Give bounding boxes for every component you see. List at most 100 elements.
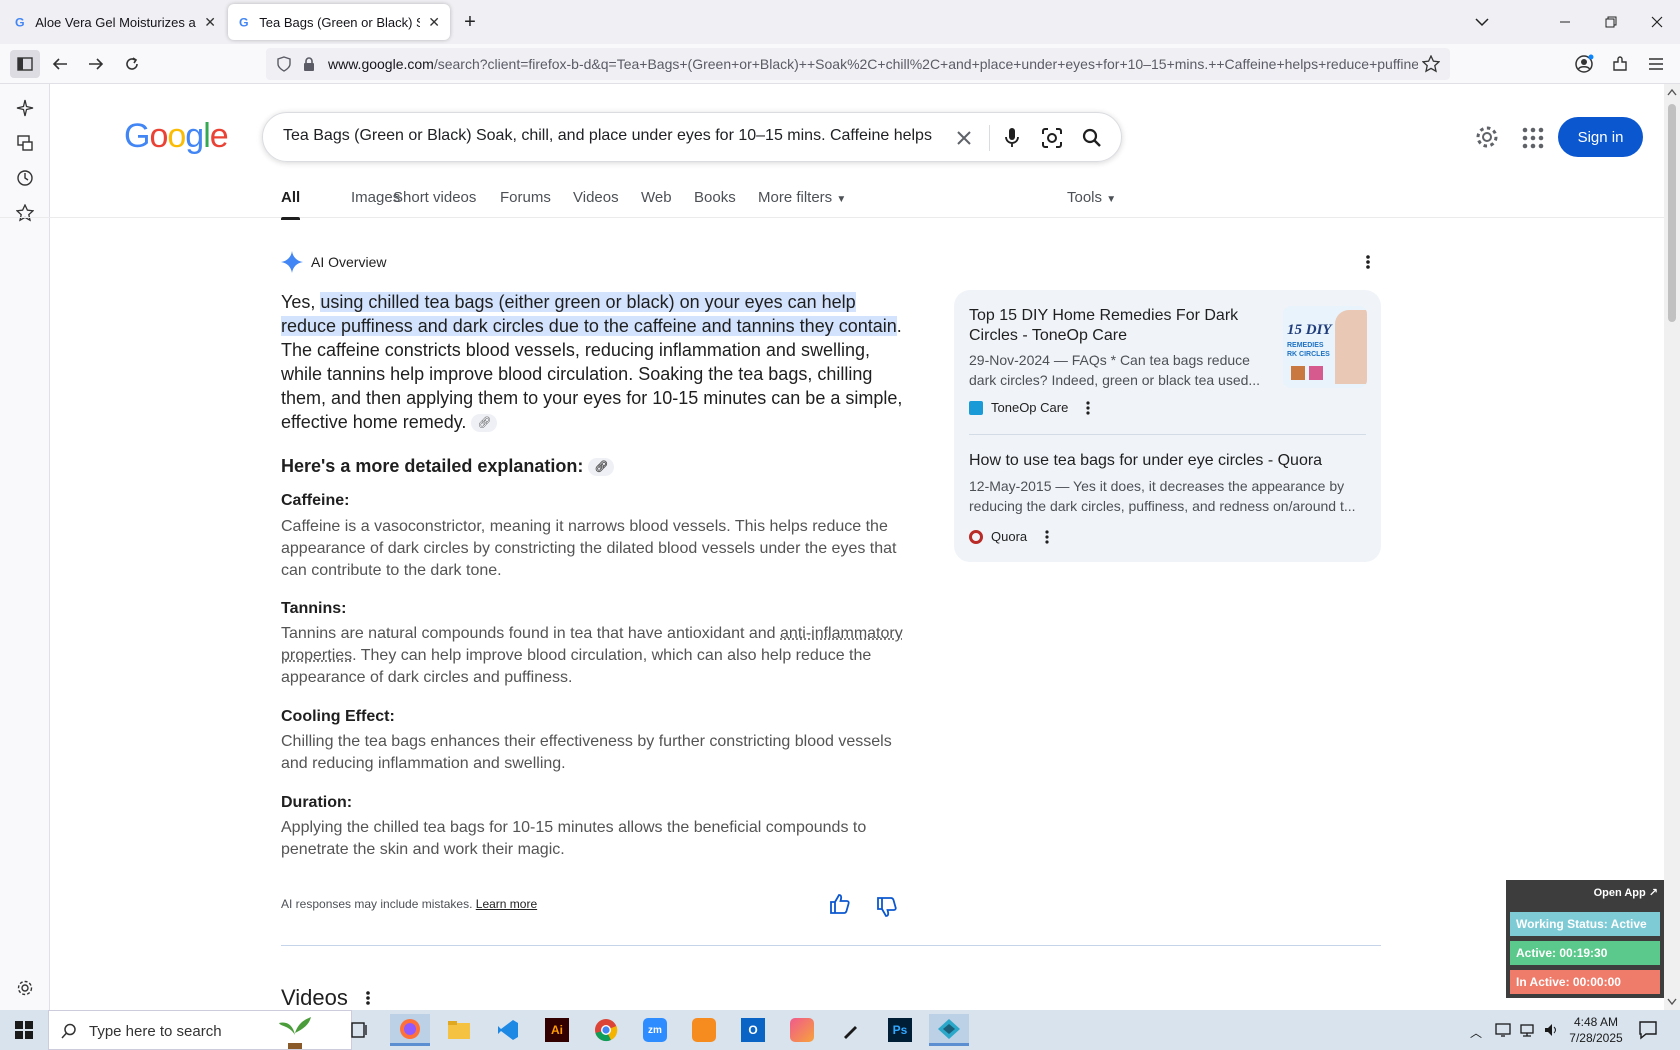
tab-list-chevron-icon[interactable] — [1467, 8, 1497, 36]
notification-center-icon[interactable] — [1638, 1020, 1658, 1040]
settings-gear-icon[interactable] — [1474, 124, 1500, 150]
system-clock[interactable]: 4:48 AM 7/28/2025 — [1566, 1014, 1626, 1046]
learn-more-link[interactable]: Learn more — [476, 897, 537, 911]
tab-title: Aloe Vera Gel Moisturizes and s — [35, 14, 196, 30]
shield-icon[interactable] — [276, 56, 292, 72]
source-link-icon[interactable]: 🔗︎ — [588, 458, 615, 477]
tools-button[interactable]: Tools ▼ — [1067, 189, 1116, 206]
lens-camera-icon[interactable] — [1039, 125, 1065, 151]
show-hidden-icons-chevron[interactable]: ︿ — [1470, 1024, 1482, 1041]
windows-taskbar: Type here to search Ai zm O Ps ︿ 4:48 AM… — [0, 1010, 1680, 1050]
illustrator-icon[interactable]: Ai — [537, 1014, 577, 1046]
taskbar-search-box[interactable]: Type here to search — [48, 1010, 352, 1050]
close-tab-icon[interactable]: ✕ — [204, 14, 216, 31]
photoshop-icon[interactable]: Ps — [880, 1014, 920, 1046]
thumbs-down-icon[interactable] — [876, 896, 898, 918]
source-site[interactable]: ToneOp Care — [969, 400, 1090, 415]
volume-icon[interactable] — [1543, 1022, 1559, 1038]
source-thumbnail[interactable]: 15 DIY REMEDIES RK CIRCLES — [1283, 306, 1367, 388]
thumb-text: 15 DIY — [1287, 322, 1332, 338]
browser-tab-strip: G Aloe Vera Gel Moisturizes and s ✕ G Te… — [0, 0, 1680, 44]
task-view-icon[interactable] — [340, 1014, 380, 1046]
source-title-link[interactable]: Top 15 DIY Home Remedies For Dark Circle… — [969, 306, 1259, 346]
search-divider — [989, 125, 990, 151]
forward-icon[interactable] — [82, 50, 110, 78]
lock-icon[interactable] — [302, 56, 316, 72]
page-scrollbar[interactable] — [1664, 84, 1680, 1010]
detail-heading: Here's a more detailed explanation: 🔗︎ — [281, 456, 615, 477]
scroll-down-icon[interactable] — [1667, 998, 1677, 1006]
reload-icon[interactable] — [118, 50, 146, 78]
search-icon[interactable] — [1079, 125, 1105, 151]
tab-more-filters[interactable]: More filters ▼ — [758, 189, 846, 206]
wifi-icon[interactable] — [1519, 1022, 1535, 1038]
creative-cloud-icon[interactable] — [782, 1014, 822, 1046]
source-title-link[interactable]: How to use tea bags for under eye circle… — [969, 451, 1369, 471]
inactive-time-bar: In Active: 00:00:00 — [1510, 970, 1660, 994]
chrome-icon[interactable] — [586, 1014, 626, 1046]
browser-nav-bar: www.google.com/search?client=firefox-b-d… — [0, 44, 1680, 84]
source-snippet: 29-Nov-2024 — FAQs * Can tea bags reduce… — [969, 352, 1261, 388]
browser-tab-active[interactable]: G Tea Bags (Green or Black) Soak, ✕ — [228, 4, 450, 40]
minimize-icon[interactable] — [1550, 8, 1580, 36]
source-more-options-icon[interactable] — [1086, 400, 1090, 415]
ai-chatbot-icon[interactable] — [13, 96, 37, 120]
thumb-text: RK CIRCLES — [1287, 351, 1330, 358]
firefox-taskbar-icon[interactable] — [390, 1014, 430, 1046]
active-time-bar: Active: 00:19:30 — [1510, 941, 1660, 965]
section-title: Cooling Effect: — [281, 708, 395, 725]
voice-search-mic-icon[interactable] — [999, 125, 1025, 151]
sign-in-button[interactable]: Sign in — [1558, 117, 1643, 157]
thumbs-up-icon[interactable] — [829, 893, 851, 915]
browser-tab[interactable]: G Aloe Vera Gel Moisturizes and s ✕ — [4, 4, 226, 40]
file-explorer-icon[interactable] — [439, 1014, 479, 1046]
search-input[interactable]: Tea Bags (Green or Black) Soak, chill, a… — [283, 127, 933, 145]
pen-tool-icon[interactable] — [831, 1014, 871, 1046]
tab-books[interactable]: Books — [694, 189, 736, 206]
address-bar[interactable]: www.google.com/search?client=firefox-b-d… — [266, 48, 1450, 80]
back-icon[interactable] — [46, 50, 74, 78]
app-orange-icon[interactable] — [684, 1014, 724, 1046]
tracker-app-icon[interactable] — [929, 1014, 969, 1046]
bookmark-star-icon[interactable] — [1422, 55, 1440, 73]
section-title: Duration: — [281, 794, 353, 811]
google-apps-grid-icon[interactable] — [1522, 127, 1544, 149]
scrollbar-thumb[interactable] — [1668, 104, 1676, 322]
section-title: Tannins: — [281, 600, 347, 617]
network-icon[interactable] — [1495, 1022, 1511, 1038]
tab-web[interactable]: Web — [641, 189, 672, 206]
clear-search-icon[interactable] — [951, 125, 977, 151]
section-body-post: . They can help improve blood circulatio… — [281, 647, 872, 686]
tab-short-videos[interactable]: Short videos — [393, 189, 476, 206]
vscode-icon[interactable] — [488, 1014, 528, 1046]
menu-icon[interactable] — [1642, 50, 1670, 78]
videos-more-options-icon[interactable] — [366, 990, 372, 1006]
restore-icon[interactable] — [1596, 8, 1626, 36]
search-icon — [61, 1023, 76, 1039]
extensions-icon[interactable] — [1606, 50, 1634, 78]
more-options-icon[interactable] — [1366, 254, 1376, 272]
google-logo[interactable]: Google — [124, 117, 229, 156]
open-app-link[interactable]: Open App ↗ — [1594, 886, 1658, 899]
scroll-up-icon[interactable] — [1667, 88, 1677, 96]
intro-highlighted-text[interactable]: using chilled tea bags (either green or … — [281, 292, 897, 336]
sidebar-toggle-icon[interactable] — [10, 50, 40, 78]
tab-videos[interactable]: Videos — [573, 189, 619, 206]
source-more-options-icon[interactable] — [1045, 529, 1049, 544]
source-site[interactable]: Quora — [969, 529, 1049, 544]
account-icon[interactable] — [1570, 50, 1598, 78]
tab-all[interactable]: All — [281, 189, 301, 220]
synced-tabs-icon[interactable] — [13, 131, 37, 155]
close-window-icon[interactable] — [1642, 8, 1672, 36]
ai-disclaimer: AI responses may include mistakes. Learn… — [281, 897, 537, 911]
search-box[interactable]: Tea Bags (Green or Black) Soak, chill, a… — [262, 112, 1122, 162]
search-filter-tabs: All Images Short videos Forums Videos We… — [0, 180, 1664, 220]
zoom-icon[interactable]: zm — [635, 1014, 675, 1046]
source-link-icon[interactable]: 🔗︎ — [471, 414, 498, 433]
outlook-icon[interactable]: O — [733, 1014, 773, 1046]
windows-start-icon[interactable] — [4, 1014, 44, 1046]
close-tab-icon[interactable]: ✕ — [428, 14, 440, 31]
sidebar-settings-gear-icon[interactable] — [13, 976, 37, 1000]
tab-forums[interactable]: Forums — [500, 189, 551, 206]
new-tab-icon[interactable]: + — [455, 8, 485, 36]
